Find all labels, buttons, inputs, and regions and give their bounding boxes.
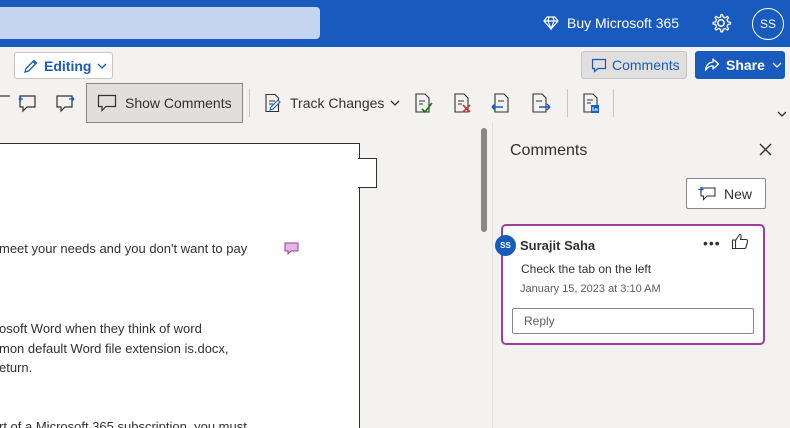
chevron-down-icon	[390, 100, 400, 106]
new-label: New	[724, 185, 753, 202]
search-box[interactable]	[0, 7, 320, 39]
comments-button[interactable]: Comments	[581, 51, 687, 79]
review-ribbon: Show Comments Track Changes	[0, 83, 790, 123]
buy-microsoft-365-link[interactable]: Buy Microsoft 365	[543, 13, 679, 33]
close-icon[interactable]	[759, 143, 772, 156]
share-label: Share	[726, 57, 765, 73]
comment-text: Check the tab on the left	[521, 262, 652, 276]
divider	[567, 89, 568, 117]
previous-comment-icon[interactable]	[16, 92, 38, 114]
diamond-icon	[543, 16, 559, 31]
document-line: osoft Word when they think of word	[0, 321, 202, 336]
document-line: eturn.	[0, 360, 33, 375]
chevron-down-icon[interactable]	[777, 111, 787, 117]
next-change-icon[interactable]	[530, 92, 552, 114]
gear-icon[interactable]	[710, 12, 732, 34]
share-button[interactable]: Share	[695, 51, 785, 79]
share-icon	[704, 58, 720, 72]
track-changes-icon	[265, 93, 281, 113]
document-line: meet your needs and you don't want to pa…	[0, 241, 248, 256]
comment-icon	[97, 94, 117, 112]
comment-timestamp: January 15, 2023 at 3:10 AM	[520, 283, 661, 295]
divider	[249, 89, 250, 117]
scrollbar-thumb[interactable]	[481, 128, 487, 232]
delete-comment-icon[interactable]	[0, 92, 14, 114]
like-icon[interactable]	[731, 233, 749, 250]
buy-label: Buy Microsoft 365	[567, 15, 680, 31]
show-comments-label: Show Comments	[125, 95, 232, 111]
new-comment-icon	[698, 187, 716, 201]
document-line: rt of a Microsoft 365 subscription, you …	[0, 419, 247, 428]
track-changes-button[interactable]: Track Changes	[262, 92, 400, 114]
title-bar: Buy Microsoft 365 SS	[0, 0, 790, 47]
comment-marker-icon[interactable]	[284, 242, 299, 256]
new-comment-button[interactable]: New	[686, 178, 766, 209]
document-page[interactable]: meet your needs and you don't want to pa…	[0, 143, 360, 428]
linkedin-resume-icon[interactable]	[580, 92, 602, 114]
comments-pane: Comments New SS Surajit Saha ••• Check t…	[492, 123, 790, 428]
command-bar: Editing Comments Share	[0, 47, 790, 83]
next-comment-icon[interactable]	[54, 92, 76, 114]
reject-change-icon[interactable]	[451, 92, 473, 114]
document-line: mon default Word file extension is.docx,	[0, 341, 229, 356]
previous-change-icon[interactable]	[490, 92, 512, 114]
chevron-down-icon	[772, 62, 782, 68]
editing-label: Editing	[44, 57, 92, 74]
more-options-icon[interactable]: •••	[703, 236, 721, 250]
editing-mode-button[interactable]: Editing	[14, 52, 113, 79]
pencil-icon	[24, 59, 38, 73]
chevron-down-icon	[97, 63, 107, 69]
track-changes-label: Track Changes	[290, 95, 385, 111]
reply-input[interactable]: Reply	[512, 308, 754, 334]
pane-title: Comments	[510, 142, 588, 159]
show-comments-button[interactable]: Show Comments	[86, 83, 243, 123]
avatar: SS	[495, 235, 516, 256]
comment-author: Surajit Saha	[520, 238, 596, 253]
divider	[613, 89, 614, 117]
accept-change-icon[interactable]	[412, 92, 434, 114]
comments-label: Comments	[612, 57, 680, 73]
comment-card[interactable]: SS Surajit Saha ••• Check the tab on the…	[495, 224, 765, 345]
document-canvas[interactable]: meet your needs and you don't want to pa…	[0, 123, 478, 428]
header-frame	[358, 158, 377, 188]
avatar[interactable]: SS	[752, 8, 784, 40]
comment-icon	[591, 58, 607, 73]
